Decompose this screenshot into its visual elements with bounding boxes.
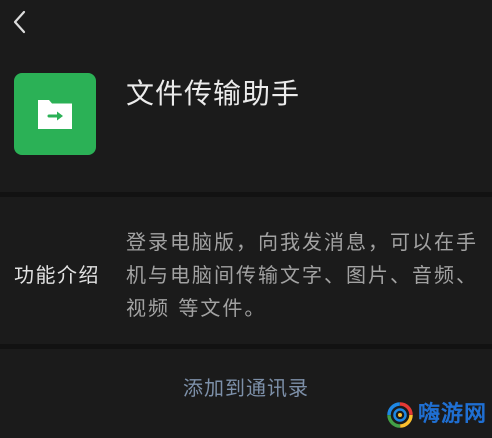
profile-header: 文件传输助手 bbox=[0, 0, 492, 192]
watermark: 嗨游网 bbox=[386, 398, 490, 432]
watermark-text: 嗨游网 bbox=[418, 402, 488, 427]
profile-name: 文件传输助手 bbox=[126, 77, 301, 110]
chevron-left-icon bbox=[13, 10, 26, 34]
feature-intro-description: 登录电脑版，向我发消息，可以在手 机与电脑间传输文字、图片、音频、 视频 等文件… bbox=[126, 226, 486, 325]
file-transfer-profile-screen: 文件传输助手 功能介绍 登录电脑版，向我发消息，可以在手 机与电脑间传输文字、图… bbox=[0, 0, 492, 438]
back-button[interactable] bbox=[6, 6, 34, 38]
avatar bbox=[14, 73, 96, 155]
description-line: 登录电脑版，向我发消息，可以在手 bbox=[126, 230, 478, 254]
swirl-logo-icon bbox=[387, 402, 413, 428]
description-line: 视频 等文件。 bbox=[126, 296, 267, 320]
description-line: 机与电脑间传输文字、图片、音频、 bbox=[126, 263, 478, 287]
feature-intro-section: 功能介绍 登录电脑版，向我发消息，可以在手 机与电脑间传输文字、图片、音频、 视… bbox=[0, 197, 492, 344]
feature-intro-label: 功能介绍 bbox=[14, 263, 100, 287]
folder-transfer-icon bbox=[14, 73, 96, 155]
